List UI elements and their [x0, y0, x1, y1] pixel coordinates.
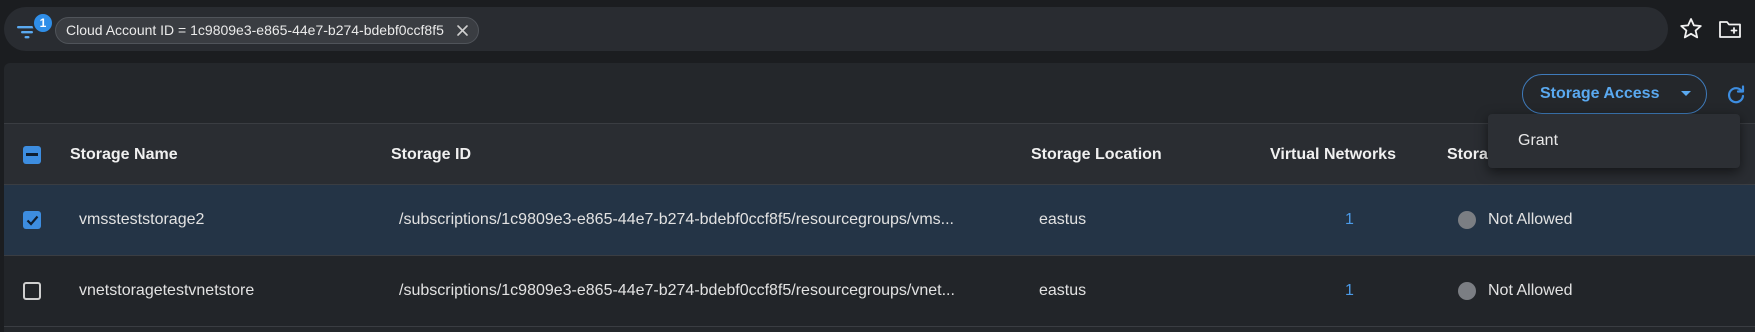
filter-chip[interactable]: Cloud Account ID = 1c9809e3-e865-44e7-b2… — [55, 17, 479, 44]
checkbox-checked-icon — [26, 215, 38, 226]
filter-bar[interactable]: 1 Cloud Account ID = 1c9809e3-e865-44e7-… — [4, 7, 1668, 51]
select-all-checkbox[interactable] — [23, 146, 41, 164]
table-row[interactable]: vnetstoragetestvnetstore /subscriptions/… — [4, 256, 1755, 327]
storage-id-cell: /subscriptions/1c9809e3-e865-44e7-b274-b… — [399, 282, 955, 299]
menu-item-grant[interactable]: Grant — [1488, 114, 1740, 168]
checkbox-empty-icon[interactable] — [23, 282, 41, 300]
storage-name-cell: vnetstoragetestvnetstore — [79, 282, 255, 299]
storage-id-cell: /subscriptions/1c9809e3-e865-44e7-b274-b… — [399, 211, 954, 228]
chevron-down-icon — [1681, 91, 1691, 96]
column-header-virtual-networks[interactable]: Virtual Networks — [1270, 124, 1396, 186]
status-dot — [1458, 211, 1476, 229]
virtual-networks-link[interactable]: 1 — [1345, 185, 1354, 255]
status-text: Not Allowed — [1488, 282, 1573, 299]
filter-chip-label: Cloud Account ID = 1c9809e3-e865-44e7-b2… — [66, 22, 444, 38]
filter-count-badge: 1 — [32, 12, 54, 34]
column-header-storage-name[interactable]: Storage Name — [70, 124, 178, 186]
status-dot — [1458, 282, 1476, 300]
storage-access-button[interactable]: Storage Access — [1522, 74, 1707, 114]
storage-access-label: Storage Access — [1540, 85, 1660, 102]
storage-location-cell: eastus — [1039, 282, 1087, 299]
storage-name-cell: vmssteststorage2 — [79, 211, 205, 228]
row-checkbox[interactable] — [23, 211, 41, 229]
folder-add-icon[interactable] — [1717, 16, 1743, 42]
top-bar: 1 Cloud Account ID = 1c9809e3-e865-44e7-… — [0, 0, 1755, 60]
column-header-status[interactable]: Stora — [1447, 124, 1488, 186]
column-header-storage-location[interactable]: Storage Location — [1031, 124, 1162, 186]
close-icon[interactable] — [455, 23, 470, 38]
column-header-storage-id[interactable]: Storage ID — [391, 124, 471, 186]
indeterminate-checkbox-icon — [26, 153, 38, 156]
star-icon[interactable] — [1678, 16, 1704, 42]
virtual-networks-link[interactable]: 1 — [1345, 256, 1354, 326]
refresh-icon[interactable] — [1725, 84, 1747, 106]
storage-access-menu: Grant — [1488, 114, 1740, 168]
table-row[interactable]: vmssteststorage2 /subscriptions/1c9809e3… — [4, 185, 1755, 256]
storage-location-cell: eastus — [1039, 211, 1087, 228]
status-text: Not Allowed — [1488, 211, 1573, 228]
